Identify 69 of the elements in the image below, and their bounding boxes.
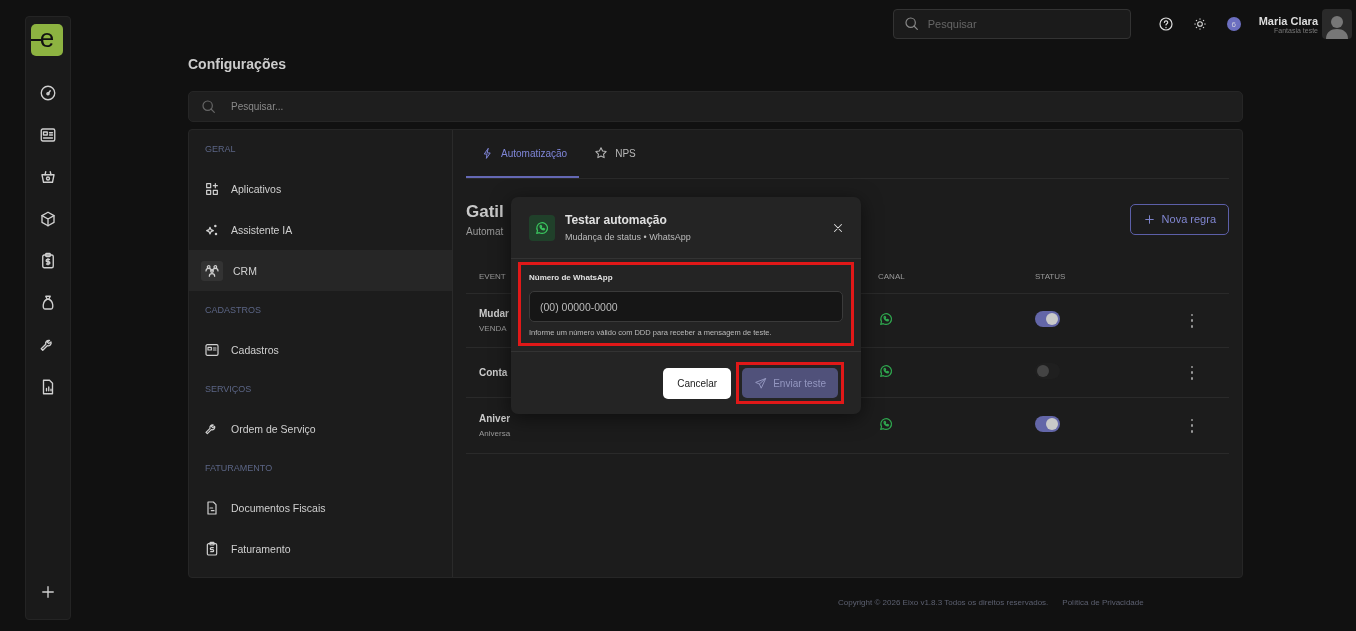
send-icon [754,376,768,390]
section-heading: GERAL [204,143,237,156]
menu-item[interactable]: Faturamento [189,528,452,569]
id-card-icon [39,126,57,144]
column-header: CANAL [878,271,905,281]
section-heading: CADASTROS [204,304,262,317]
new-rule-button[interactable]: Nova regra [1129,203,1229,235]
menu-item[interactable]: CRM [189,250,452,291]
user-name: Maria Clara [1258,14,1318,27]
status-toggle[interactable] [1035,310,1060,327]
box-icon [39,210,57,228]
section-title: Gatil [466,201,504,222]
menu-item[interactable]: Aplicativos [189,168,452,209]
cancel-button[interactable]: Cancelar [663,367,732,399]
event-subtitle: Aniversa [479,429,511,438]
field-label: Número de WhatsApp [529,273,614,282]
plus-icon [1142,212,1156,226]
star-icon [594,146,609,160]
column-header: EVENT [479,271,506,281]
section-subtitle: Automat [466,225,504,237]
dialog-title: Testar automação [565,213,668,227]
close-button[interactable] [831,221,845,235]
avatar-icon[interactable] [1322,9,1352,39]
id-card-icon [204,341,220,358]
section-heading: SERVIÇOS [204,383,253,396]
clipboard-dollar-icon [204,540,220,557]
menu-item[interactable]: Assistente IA [189,209,452,250]
event-title: Aniver [479,413,511,424]
whatsapp-icon [878,310,894,327]
sun-icon [1192,17,1207,31]
basket-icon [39,168,57,186]
gauge-icon [39,84,57,102]
app-logo[interactable]: e [31,24,63,56]
people-icon [204,262,220,279]
close-icon [831,221,845,235]
plus-icon [39,583,57,601]
phone-input[interactable]: (00) 00000-0000 [529,291,843,322]
menu-item-label: Assistente IA [231,223,293,236]
dialog-subtitle: Mudança de status • WhatsApp [565,232,691,242]
whatsapp-icon [878,362,894,379]
event-title: Mudar [479,308,509,319]
event-subtitle: VENDA [479,324,507,333]
menu-item[interactable]: Ordem de Serviço [189,408,452,449]
search-icon [903,16,920,32]
clipboard-dollar-icon [39,252,57,270]
whatsapp-icon [534,220,550,236]
section-heading: FATURAMENTO [204,462,274,475]
column-header: STATUS [1035,271,1066,281]
menu-item[interactable]: Documentos Fiscais [189,487,452,528]
tab[interactable]: Automatização [466,130,580,178]
menu-item-label: Ordem de Serviço [231,422,316,435]
menu-item-label: Aplicativos [231,182,282,195]
apps-icon [204,180,220,197]
whatsapp-icon [878,415,894,432]
search-icon [201,98,217,115]
help-icon [1157,16,1174,32]
document-icon [204,499,220,516]
tab[interactable]: NPS [579,130,648,178]
menu-item-label: Cadastros [231,343,279,356]
menu-item-label: CRM [233,264,257,277]
event-title: Conta [479,367,508,378]
menu-item-label: Documentos Fiscais [231,501,326,514]
menu-item[interactable]: Cadastros [189,329,452,370]
status-toggle[interactable] [1035,415,1060,432]
page-title: Configurações [188,56,287,74]
bolt-icon [481,146,494,160]
menu-item-label: Faturamento [231,542,291,555]
copyright-text: Copyright © 2026 Eixo v1.8.3 Todos os direitos reservados. [838,598,1049,607]
search-field[interactable]: Pesquisar... [188,91,1243,122]
